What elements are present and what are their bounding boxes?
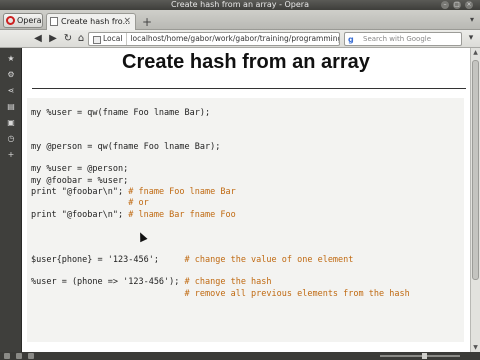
title-divider: [32, 88, 466, 89]
tab-bar: Opera Create hash fro... × + ▾: [0, 10, 480, 30]
opera-menu-label: Opera: [17, 16, 42, 25]
opera-menu-button[interactable]: Opera: [3, 13, 43, 28]
code-line: %user = (phone => '123-456'); # change t…: [31, 277, 410, 288]
code-text: my @foobar = %user;: [31, 175, 129, 186]
address-field[interactable]: Local localhost/home/gabor/work/gabor/tra…: [88, 32, 340, 46]
address-toolbar: ◀ ▶ ↻ ⌂ Local localhost/home/gabor/work/g…: [0, 30, 480, 48]
code-line: my @person = qw(fname Foo lname Bar);: [31, 142, 410, 153]
sync-icon[interactable]: [16, 353, 22, 359]
page-content: Create hash from an array my %user = qw(…: [22, 48, 470, 352]
code-comment: # or: [128, 198, 149, 209]
notes-icon[interactable]: ▤: [6, 102, 16, 112]
history-icon[interactable]: ◷: [6, 134, 16, 144]
code-comment: # fname Foo lname Bar: [128, 187, 236, 198]
new-tab-button[interactable]: +: [141, 16, 153, 28]
scroll-up-icon[interactable]: ▲: [471, 48, 480, 57]
zoom-slider[interactable]: [380, 353, 460, 359]
browser-window: Create hash from an array - Opera – □ × …: [0, 0, 480, 360]
local-badge: Local: [89, 33, 128, 45]
code-line: my @foobar = %user;: [31, 176, 410, 187]
turbo-icon[interactable]: [28, 353, 34, 359]
minimize-button[interactable]: –: [441, 1, 449, 9]
scroll-down-icon[interactable]: ▼: [471, 343, 480, 352]
gear-icon[interactable]: ⚙: [6, 70, 16, 80]
title-bar: Create hash from an array - Opera – □ ×: [0, 0, 480, 10]
code-line: # or: [31, 198, 410, 209]
star-icon[interactable]: ★: [6, 54, 16, 64]
close-window-button[interactable]: ×: [465, 1, 473, 9]
downloads-icon[interactable]: ▣: [6, 118, 16, 128]
panel-toggle-icon[interactable]: [4, 353, 10, 359]
window-title: Create hash from an array - Opera: [171, 0, 309, 9]
share-icon[interactable]: ⋖: [6, 86, 16, 96]
page-title: Create hash from an array: [122, 51, 370, 73]
url-text: localhost/home/gabor/work/gabor/training…: [130, 34, 340, 43]
home-button[interactable]: ⌂: [75, 33, 87, 45]
tab-menu-chevron-icon[interactable]: ▾: [470, 15, 474, 24]
tab-label: Create hash fro...: [61, 17, 131, 26]
code-text: my %user = qw(fname Foo lname Bar);: [31, 108, 211, 118]
back-button[interactable]: ◀: [32, 33, 44, 45]
code-line: my %user = qw(fname Foo lname Bar);: [31, 108, 410, 119]
code-line: my %user = @person;: [31, 164, 410, 175]
code-line: print "@foobar\n"; # fname Foo lname Bar: [31, 187, 410, 198]
tab-close-icon[interactable]: ×: [123, 14, 131, 29]
reload-button[interactable]: ↻: [62, 33, 74, 45]
code-text: $user{phone} = '123-456';: [31, 254, 185, 265]
code-text: print "@foobar\n";: [31, 209, 129, 220]
code-line: $user{phone} = '123-456'; # change the v…: [31, 255, 410, 266]
forward-button[interactable]: ▶: [47, 33, 59, 45]
side-panel: ★ ⚙ ⋖ ▤ ▣ ◷ +: [0, 48, 22, 352]
code-comment: # change the value of one element: [184, 254, 354, 265]
scrollbar-thumb[interactable]: [472, 60, 479, 280]
status-bar: [0, 352, 480, 360]
search-placeholder: Search with Google: [363, 35, 432, 43]
code-comment: # remove all previous elements from the …: [184, 288, 410, 299]
search-field[interactable]: g Search with Google: [344, 32, 462, 46]
code-text: my @person = qw(fname Foo lname Bar);: [31, 141, 221, 152]
code-comment: # change the hash: [184, 277, 272, 288]
code-text: my %user = @person;: [31, 164, 129, 175]
code-text: print "@foobar\n";: [31, 187, 129, 198]
code-block: my %user = qw(fname Foo lname Bar); my @p…: [27, 98, 464, 342]
code-line: # remove all previous elements from the …: [31, 289, 410, 300]
google-icon: g: [348, 35, 354, 44]
tab-active[interactable]: Create hash fro... ×: [46, 13, 136, 30]
page-icon: [50, 17, 58, 26]
vertical-scrollbar[interactable]: ▲ ▼: [470, 48, 480, 352]
add-icon[interactable]: +: [6, 150, 16, 160]
maximize-button[interactable]: □: [453, 1, 461, 9]
code-comment: # lname Bar fname Foo: [128, 209, 236, 220]
opera-logo-icon: [6, 16, 15, 25]
code-line: print "@foobar\n"; # lname Bar fname Foo: [31, 210, 410, 221]
code-text: %user = (phone => '123-456');: [31, 277, 185, 288]
code-listing: my %user = qw(fname Foo lname Bar); my @p…: [31, 108, 410, 300]
zoom-knob[interactable]: [422, 353, 427, 359]
search-options-chevron-icon[interactable]: ▾: [466, 33, 476, 44]
